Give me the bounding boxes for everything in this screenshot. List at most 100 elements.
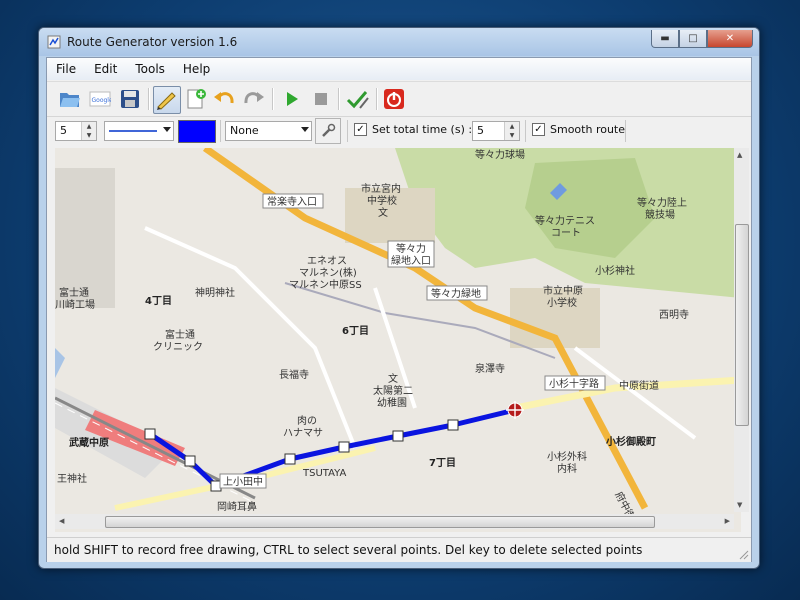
total-time-value: 5: [477, 124, 484, 137]
floppy-icon: [121, 90, 139, 108]
map-label: 小学校: [547, 296, 577, 309]
set-total-time-checkbox[interactable]: ✓ Set total time (s) :: [354, 123, 472, 136]
menu-file[interactable]: File: [47, 62, 85, 76]
route-point[interactable]: [392, 430, 404, 442]
toolbar-separator: [338, 88, 340, 110]
options-separator: [220, 120, 221, 142]
google-icon: Google: [89, 91, 111, 107]
menu-edit[interactable]: Edit: [85, 62, 126, 76]
map-label: 太陽第二: [373, 384, 413, 397]
wrench-icon: [322, 123, 336, 137]
marker-combo[interactable]: None: [225, 121, 312, 141]
route-point[interactable]: [447, 419, 459, 431]
map-label: 等々力: [396, 242, 426, 255]
map-label: 小杉神社: [595, 264, 635, 277]
toolbar-separator: [272, 88, 274, 110]
horizontal-scroll-thumb[interactable]: [105, 516, 655, 528]
undo-button[interactable]: [211, 86, 237, 112]
open-button[interactable]: [57, 86, 83, 112]
close-icon: ✕: [725, 33, 735, 44]
map-label: 中原街道: [619, 379, 659, 392]
map-label: 長福寺: [279, 368, 309, 381]
map-label: 小杉外科: [547, 450, 587, 463]
maximize-button[interactable]: □: [679, 30, 707, 48]
google-earth-button[interactable]: Google: [87, 86, 113, 112]
total-time-spinner[interactable]: 5 ▲ ▼: [472, 121, 520, 141]
line-color-swatch[interactable]: [178, 120, 216, 143]
play-button[interactable]: [279, 86, 305, 112]
redo-button[interactable]: [241, 86, 267, 112]
exit-button[interactable]: [381, 86, 407, 112]
options-separator: [525, 120, 526, 142]
map-view[interactable]: 等々力球場 常楽寺入口 市立宮内 中学校 文 等々力 緑地入口 等々力テニス コ…: [55, 148, 741, 532]
scroll-left-icon[interactable]: ◀: [59, 517, 64, 525]
redo-icon: [244, 92, 264, 104]
checkbox-checked-icon: ✓: [354, 123, 367, 136]
factory-area: [55, 168, 115, 308]
vertical-scroll-thumb[interactable]: [735, 224, 749, 426]
map-label: 岡崎耳鼻: [217, 500, 257, 513]
undo-icon: [214, 92, 234, 104]
save-button[interactable]: [117, 86, 143, 112]
map-label: 等々力テニス: [535, 214, 595, 227]
map-label: 幼稚園: [377, 396, 407, 409]
new-button[interactable]: [183, 86, 209, 112]
line-width-spinner[interactable]: 5 ▲ ▼: [55, 121, 97, 141]
map-label: 武蔵中原: [69, 436, 109, 449]
close-button[interactable]: ✕: [707, 30, 753, 48]
map-label: コート: [551, 228, 581, 239]
horizontal-scrollbar[interactable]: ◀ ▶: [55, 514, 734, 529]
toolbar-separator: [148, 88, 150, 110]
line-width-value: 5: [60, 124, 67, 137]
checkbox-checked-icon: ✓: [532, 123, 545, 136]
app-icon: [47, 35, 61, 49]
stop-button[interactable]: [308, 86, 334, 112]
map-label: 7丁目: [429, 457, 456, 469]
new-file-icon: [187, 89, 206, 109]
spinner-arrows-icon[interactable]: ▲ ▼: [504, 122, 519, 140]
menu-tools[interactable]: Tools: [126, 62, 174, 76]
map-label: 6丁目: [342, 325, 369, 337]
marker-settings-button[interactable]: [315, 118, 341, 144]
client-area: File Edit Tools Help Google 5 ▲ ▼ None ✓…: [46, 57, 752, 562]
map-label: 市立宮内: [361, 182, 401, 195]
options-bar: 5 ▲ ▼ None ✓ Set total time (s) : 5 ▲ ▼ …: [47, 116, 751, 145]
map-label: マルネン(株): [299, 266, 357, 279]
map-label: 競技場: [645, 208, 675, 221]
minimize-button[interactable]: ▬: [651, 30, 679, 48]
scroll-up-icon[interactable]: ▲: [737, 151, 742, 159]
map-label: 西明寺: [659, 309, 689, 321]
options-separator: [347, 120, 348, 142]
window-title: Route Generator version 1.6: [67, 35, 238, 49]
smooth-route-checkbox[interactable]: ✓ Smooth route: [532, 123, 625, 136]
options-separator: [625, 120, 626, 142]
line-style-combo[interactable]: [104, 121, 174, 141]
spinner-arrows-icon[interactable]: ▲ ▼: [81, 122, 96, 140]
menu-help[interactable]: Help: [174, 62, 219, 76]
map-label: 泉澤寺: [475, 362, 505, 375]
maximize-icon: □: [688, 33, 698, 44]
draw-route-button[interactable]: [153, 86, 181, 114]
scroll-right-icon[interactable]: ▶: [725, 517, 730, 525]
checkmark-pen-icon: [346, 91, 369, 109]
minimize-icon: ▬: [660, 33, 670, 44]
validate-button[interactable]: [345, 86, 371, 112]
map-label: 緑地入口: [391, 254, 431, 267]
route-point[interactable]: [184, 455, 196, 467]
map-canvas[interactable]: 等々力球場 常楽寺入口 市立宮内 中学校 文 等々力 緑地入口 等々力テニス コ…: [55, 148, 741, 532]
map-label: 富士通: [59, 286, 89, 299]
scroll-down-icon[interactable]: ▼: [737, 501, 742, 509]
toolbar-separator: [376, 88, 378, 110]
route-point[interactable]: [144, 428, 156, 440]
map-label: 常楽寺入口: [267, 195, 317, 208]
vertical-scrollbar[interactable]: ▲ ▼: [734, 148, 749, 512]
set-total-time-label: Set total time (s) :: [372, 123, 473, 136]
resize-grip-icon[interactable]: [739, 550, 749, 560]
map-label: エネオス: [307, 255, 347, 267]
map-label: クリニック: [153, 341, 203, 353]
route-point[interactable]: [284, 453, 296, 465]
map-label: 王神社: [57, 472, 87, 485]
map-label: 内科: [557, 462, 577, 475]
route-point[interactable]: [338, 441, 350, 453]
title-bar[interactable]: Route Generator version 1.6 ▬ □ ✕: [39, 28, 759, 56]
